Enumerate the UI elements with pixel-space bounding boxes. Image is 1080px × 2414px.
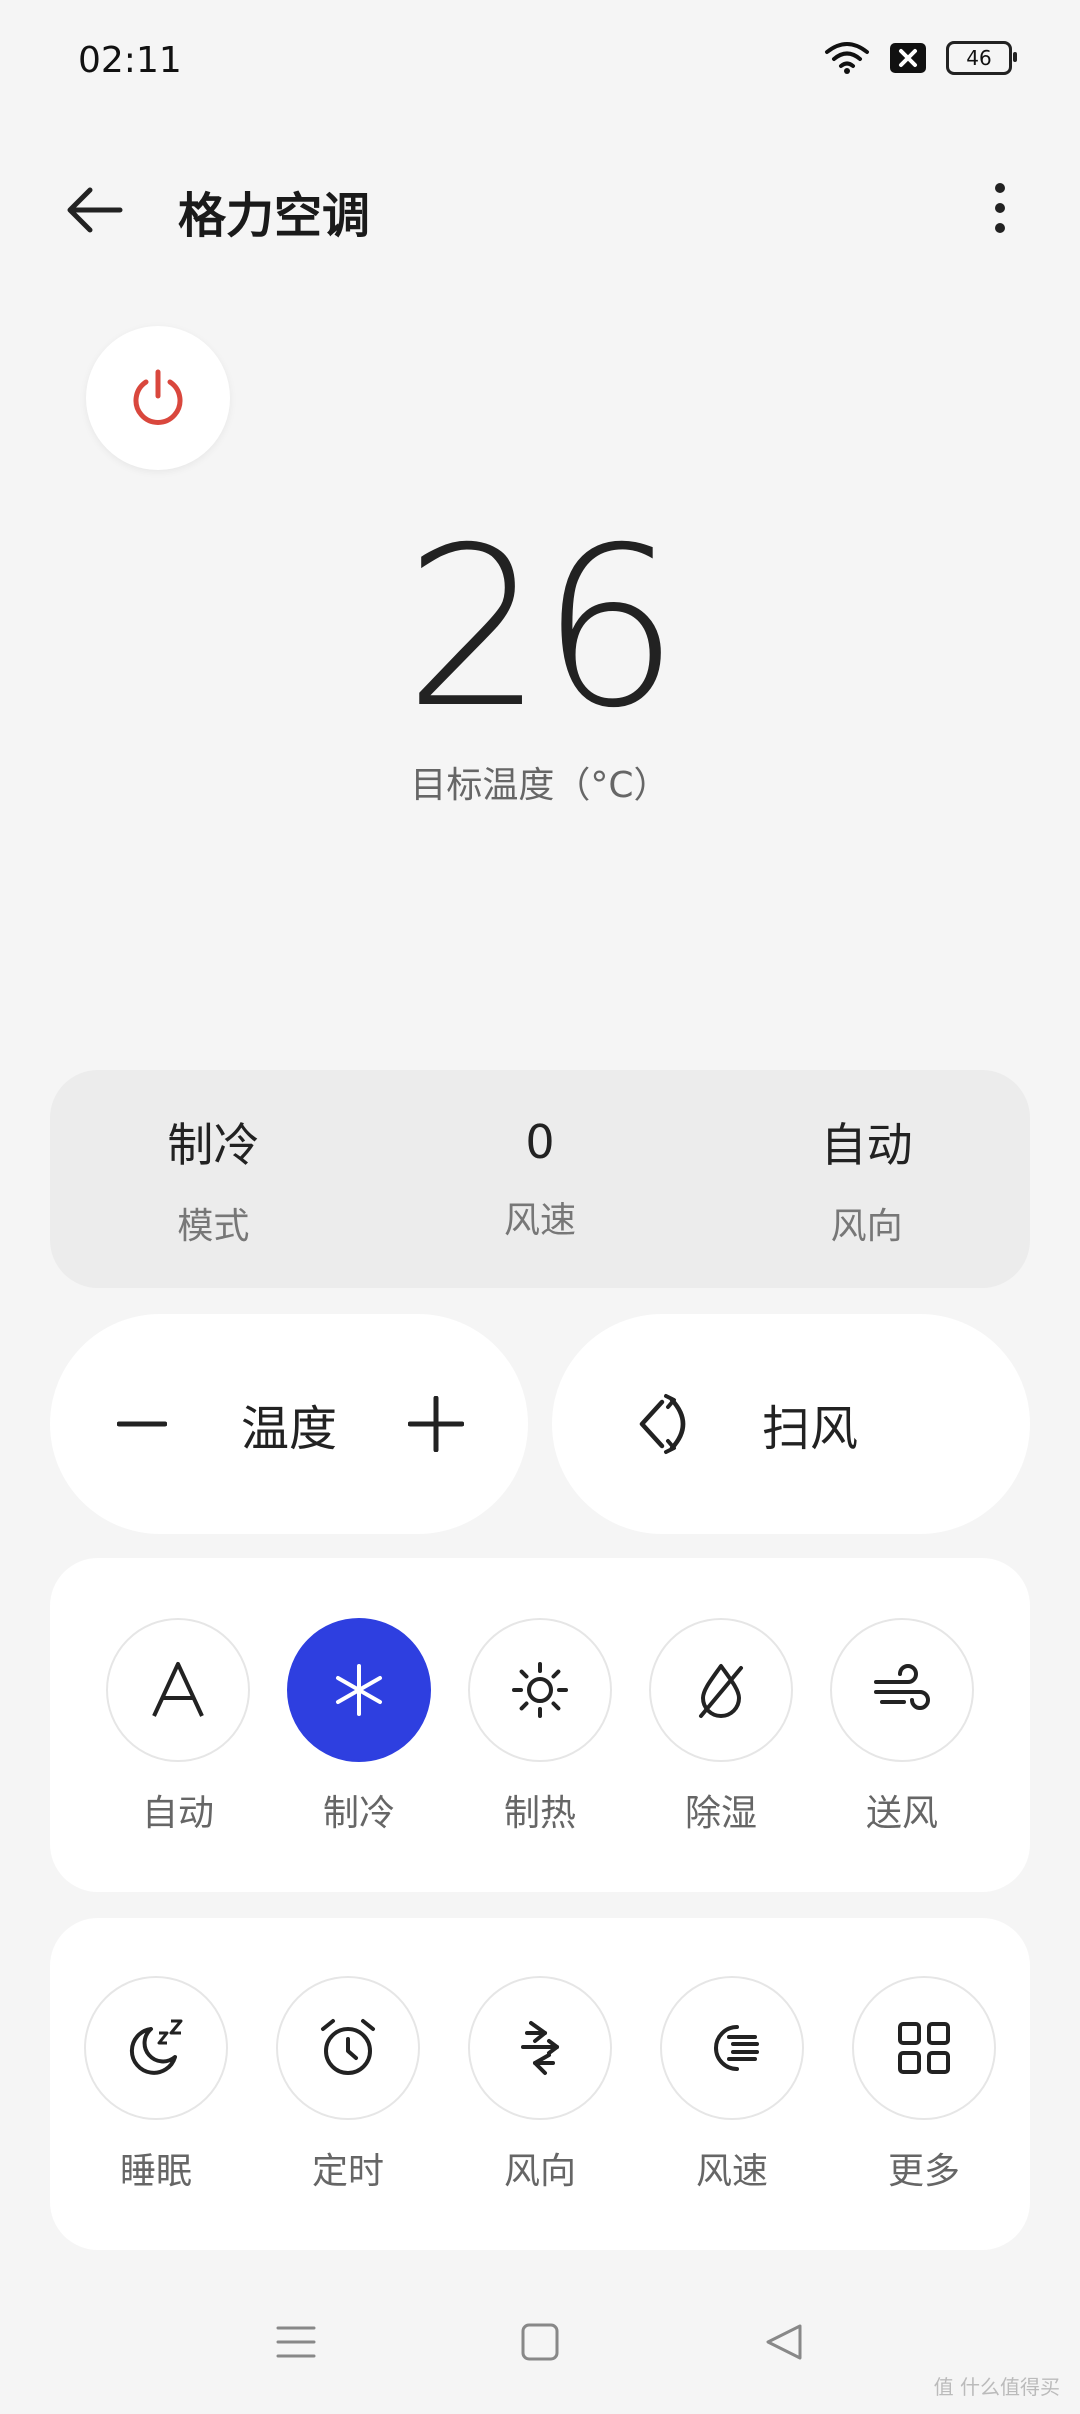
mode-auto-button[interactable]: 自动 (106, 1618, 250, 1836)
page-title: 格力空调 (178, 188, 371, 244)
nav-home-button[interactable] (518, 2320, 562, 2368)
dehumidify-icon (699, 1664, 743, 1718)
sleep-button[interactable]: 睡眠 (84, 1976, 228, 2194)
mode-fan-button[interactable]: 送风 (830, 1618, 974, 1836)
more-functions-circle[interactable] (852, 1976, 996, 2120)
summary-mode-value: 制冷 (167, 1118, 260, 1172)
wifi-icon (825, 42, 869, 74)
nav-menu-button[interactable] (274, 2320, 318, 2368)
more-functions-label: 更多 (887, 2151, 960, 2192)
menu-icon (276, 2326, 316, 2358)
more-functions-button[interactable]: 更多 (852, 1976, 996, 2194)
summary-wind-direction-value: 自动 (820, 1118, 913, 1172)
mode-heat-circle[interactable] (468, 1618, 612, 1762)
power-button[interactable] (86, 326, 230, 470)
plus-icon (407, 1396, 464, 1452)
nav-back-button[interactable] (762, 2320, 806, 2368)
status-summary-card: 制冷 模式 0 风速 自动 风向 (50, 1070, 1030, 1288)
home-square-icon (521, 2323, 559, 2361)
fan-speed-label: 风速 (695, 2151, 768, 2192)
battery-indicator: 46 (946, 41, 1017, 75)
summary-wind-direction-label: 风向 (830, 1206, 903, 1247)
mode-auto-circle[interactable] (106, 1618, 250, 1762)
sun-icon (512, 1662, 568, 1718)
timer-button[interactable]: 定时 (276, 1976, 420, 2194)
summary-mode: 制冷 模式 (63, 1109, 363, 1249)
alarm-clock-icon (321, 2019, 375, 2075)
summary-fan-speed: 0 风速 (390, 1115, 690, 1243)
battery-level: 46 (966, 46, 992, 70)
wind-direction-button[interactable]: 风向 (468, 1976, 612, 2194)
mode-heat-button[interactable]: 制热 (468, 1618, 612, 1836)
wind-direction-label: 风向 (503, 2151, 576, 2192)
watermark: 值 什么值得买 (933, 2375, 1060, 2399)
timer-circle[interactable] (276, 1976, 420, 2120)
mode-fan-circle[interactable] (830, 1618, 974, 1762)
auto-icon (152, 1662, 204, 1717)
sleep-circle[interactable] (84, 1976, 228, 2120)
system-nav-bar (0, 2320, 1080, 2368)
mode-dry-circle[interactable] (649, 1618, 793, 1762)
mode-cool-label: 制冷 (322, 1793, 395, 1834)
temperature-decrease-button[interactable] (112, 1394, 172, 1454)
temperature-control-label: 温度 (240, 1401, 337, 1457)
temperature-control: 温度 (50, 1314, 528, 1534)
timer-label: 定时 (311, 2151, 384, 2192)
wind-direction-icon (521, 2021, 559, 2075)
fan-speed-circle[interactable] (660, 1976, 804, 2120)
minus-icon (117, 1421, 167, 1427)
swing-button[interactable]: 扫风 (552, 1314, 1030, 1534)
target-temperature-label: 目标温度（°C） (410, 765, 670, 806)
more-vertical-icon (995, 183, 1005, 233)
mode-fan-label: 送风 (865, 1793, 938, 1834)
nav-back-triangle-icon (766, 2324, 802, 2360)
mode-auto-label: 自动 (141, 1793, 214, 1834)
swing-label: 扫风 (762, 1401, 859, 1457)
arrow-left-icon (67, 187, 123, 233)
wind-direction-circle[interactable] (468, 1976, 612, 2120)
snowflake-icon (336, 1664, 382, 1716)
summary-mode-label: 模式 (177, 1206, 250, 1247)
summary-wind-direction: 自动 风向 (717, 1109, 1017, 1249)
mode-dry-label: 除湿 (684, 1793, 757, 1834)
mode-cool-circle[interactable] (287, 1618, 431, 1762)
mode-cool-button[interactable]: 制冷 (287, 1618, 431, 1836)
mode-selector-card: 自动 制冷 制热 除湿 送风 (50, 1558, 1030, 1892)
sleep-icon (129, 2019, 183, 2075)
function-card: 睡眠 定时 风向 风速 更多 (50, 1918, 1030, 2250)
more-options-button[interactable] (980, 178, 1020, 238)
mode-heat-label: 制热 (503, 1793, 576, 1834)
status-icons: 46 (824, 40, 1017, 76)
summary-fan-speed-label: 风速 (503, 1200, 576, 1241)
status-time: 02:11 (78, 40, 182, 81)
fan-speed-button[interactable]: 风速 (660, 1976, 804, 2194)
sleep-label: 睡眠 (119, 2151, 192, 2192)
wind-icon (874, 1664, 930, 1710)
grid-icon (898, 2022, 950, 2074)
temperature-increase-button[interactable] (406, 1394, 466, 1454)
target-temperature-value: 26 (404, 500, 680, 756)
back-button[interactable] (60, 180, 140, 240)
power-icon (133, 369, 183, 425)
swing-icon (639, 1394, 686, 1454)
fan-speed-icon (714, 2025, 759, 2071)
mode-dry-button[interactable]: 除湿 (649, 1618, 793, 1836)
summary-fan-speed-value: 0 (525, 1115, 555, 1169)
sim-no-signal-icon (890, 43, 926, 73)
